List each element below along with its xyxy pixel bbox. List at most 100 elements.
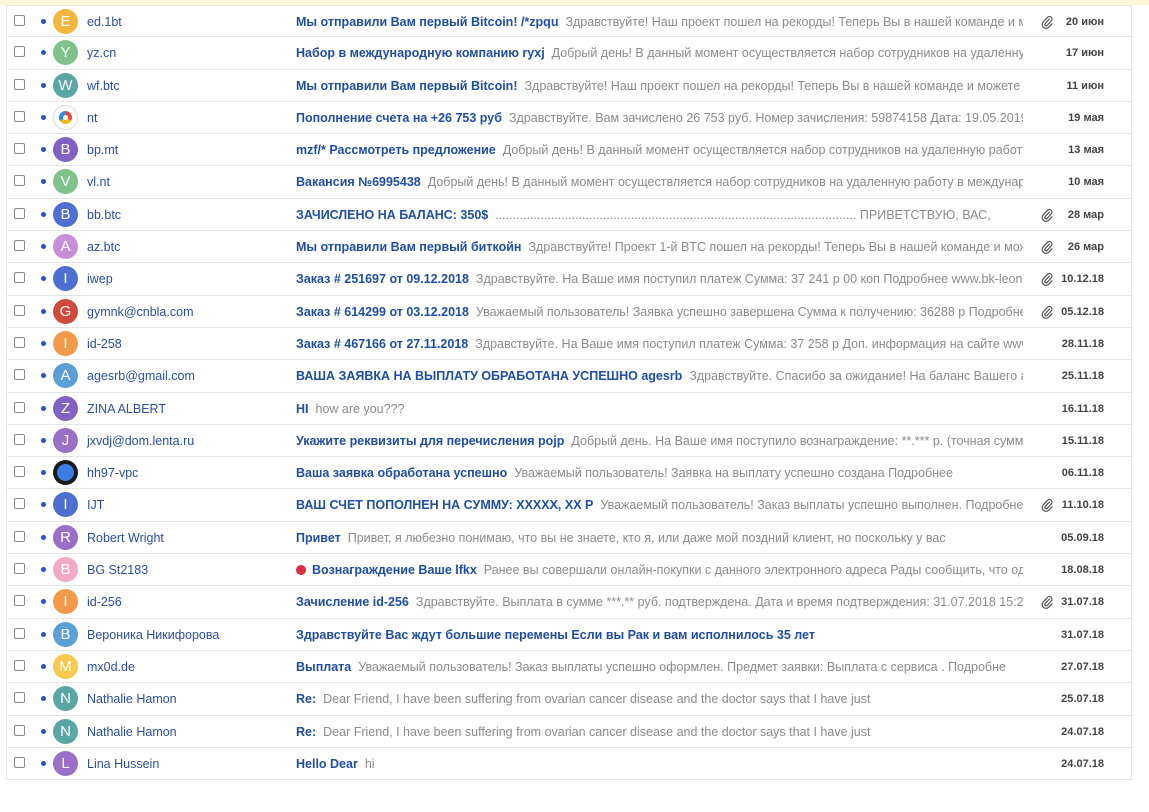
- message-subject[interactable]: Hello Dear: [296, 757, 358, 771]
- message-subject[interactable]: Мы отправили Вам первый биткойн: [296, 240, 521, 254]
- sender-name[interactable]: iwep: [87, 263, 113, 295]
- unread-dot-icon[interactable]: [41, 728, 46, 734]
- message-row[interactable]: L Lina Hussein Hello Dear hi 24.07.18: [7, 748, 1131, 781]
- message-snippet[interactable]: Заказ # 614299 от 03.12.2018 Уважаемый по…: [296, 296, 1023, 328]
- sender-name[interactable]: BG St2183: [87, 554, 148, 586]
- message-row[interactable]: B bp.mt mzf/* Рассмотреть предложение Доб…: [7, 134, 1131, 167]
- message-subject[interactable]: mzf/* Рассмотреть предложение: [296, 143, 496, 157]
- sender-name[interactable]: yz.cn: [87, 37, 116, 69]
- message-snippet[interactable]: Мы отправили Вам первый биткойн Здравству…: [296, 231, 1023, 263]
- select-checkbox[interactable]: [14, 143, 25, 155]
- paperclip-icon[interactable]: [1041, 498, 1053, 513]
- paperclip-icon[interactable]: [1041, 208, 1053, 222]
- message-row[interactable]: B BG St2183 Вознаграждение Ваше lfkx Ране…: [7, 554, 1131, 587]
- sender-name[interactable]: bp.mt: [87, 134, 118, 166]
- unread-dot-icon[interactable]: [41, 19, 46, 24]
- select-checkbox[interactable]: [14, 110, 25, 122]
- message-snippet[interactable]: HI how are you???: [296, 393, 1023, 425]
- message-snippet[interactable]: Заказ # 251697 от 09.12.2018 Здравствуйте…: [296, 263, 1023, 295]
- sender-name[interactable]: id-258: [87, 328, 122, 360]
- message-subject[interactable]: Заказ # 467166 от 27.11.2018: [296, 337, 468, 351]
- select-checkbox[interactable]: [14, 46, 25, 58]
- paperclip-icon[interactable]: [1041, 272, 1053, 287]
- sender-name[interactable]: vl.nt: [87, 166, 110, 198]
- message-subject[interactable]: Набор в международную компанию ryxj: [296, 46, 545, 60]
- message-snippet[interactable]: Пополнение счета на +26 753 руб Здравству…: [296, 102, 1023, 134]
- unread-dot-icon[interactable]: [41, 696, 46, 702]
- unread-dot-icon[interactable]: [41, 50, 46, 56]
- message-row[interactable]: R Robert Wright Привет Привет, я любезно …: [7, 522, 1131, 555]
- select-checkbox[interactable]: [14, 724, 25, 736]
- sender-name[interactable]: hh97-vpc: [87, 457, 138, 489]
- message-row[interactable]: I IJT ВАШ СЧЕТ ПОПОЛНЕН НА СУММУ: XXXXX,…: [7, 489, 1131, 522]
- message-subject[interactable]: Пополнение счета на +26 753 руб: [296, 111, 502, 125]
- message-subject[interactable]: Вознаграждение Ваше lfkx: [312, 563, 477, 577]
- message-snippet[interactable]: Заказ # 467166 от 27.11.2018 Здравствуйте…: [296, 328, 1023, 360]
- message-subject[interactable]: Выплата: [296, 660, 351, 674]
- sender-name[interactable]: Lina Hussein: [87, 748, 159, 780]
- paperclip-icon[interactable]: [1041, 595, 1053, 610]
- message-subject[interactable]: Вакансия №6995438: [296, 175, 421, 189]
- unread-dot-icon[interactable]: [41, 663, 46, 669]
- select-checkbox[interactable]: [14, 272, 25, 284]
- message-row[interactable]: M mx0d.de Выплата Уважаемый пользователь!…: [7, 651, 1131, 684]
- sender-name[interactable]: gymnk@cnbla.com: [87, 296, 193, 328]
- unread-dot-icon[interactable]: [41, 179, 46, 185]
- message-snippet[interactable]: Привет Привет, я любезно понимаю, что вы …: [296, 522, 1023, 554]
- select-checkbox[interactable]: [14, 595, 25, 607]
- sender-name[interactable]: wf.btc: [87, 70, 120, 102]
- select-checkbox[interactable]: [14, 369, 25, 381]
- message-row[interactable]: I iwep Заказ # 251697 от 09.12.2018 Здрав…: [7, 263, 1131, 296]
- message-subject[interactable]: Укажите реквизиты для перечисления pojp: [296, 434, 564, 448]
- message-subject[interactable]: Зачисление id-256: [296, 595, 409, 609]
- message-row[interactable]: J jxvdj@dom.lenta.ru Укажите реквизиты д…: [7, 425, 1131, 458]
- message-row[interactable]: G gymnk@cnbla.com Заказ # 614299 от 03.1…: [7, 296, 1131, 328]
- sender-name[interactable]: Nathalie Hamon: [87, 683, 177, 715]
- select-checkbox[interactable]: [14, 530, 25, 542]
- message-snippet[interactable]: mzf/* Рассмотреть предложение Добрый день…: [296, 134, 1023, 166]
- message-row[interactable]: A az.btc Мы отправили Вам первый биткойн…: [7, 231, 1131, 264]
- sender-name[interactable]: ed.1bt: [87, 6, 122, 38]
- sender-name[interactable]: az.btc: [87, 231, 120, 263]
- message-row[interactable]: B bb.btc ЗАЧИСЛЕНО НА БАЛАНС: 350$......…: [7, 199, 1131, 232]
- message-snippet[interactable]: Мы отправили Вам первый Bitcoin! Здравств…: [296, 70, 1023, 102]
- select-checkbox[interactable]: [14, 78, 25, 90]
- message-row[interactable]: E ed.1bt Мы отправили Вам первый Bitcoin…: [7, 5, 1131, 38]
- message-snippet[interactable]: ВАША ЗАЯВКА НА ВЫПЛАТУ ОБРАБОТАНА УСПЕШН…: [296, 360, 1023, 392]
- unread-dot-icon[interactable]: [41, 534, 46, 540]
- flag-icon[interactable]: [296, 565, 306, 576]
- sender-name[interactable]: jxvdj@dom.lenta.ru: [87, 425, 194, 457]
- message-subject[interactable]: ВАША ЗАЯВКА НА ВЫПЛАТУ ОБРАБОТАНА УСПЕШН…: [296, 369, 682, 383]
- sender-name[interactable]: ZINA ALBERT: [87, 393, 166, 425]
- message-snippet[interactable]: Укажите реквизиты для перечисления pojp Д…: [296, 425, 1023, 457]
- message-subject[interactable]: Мы отправили Вам первый Bitcoin!: [296, 79, 517, 93]
- select-checkbox[interactable]: [14, 401, 25, 413]
- message-row[interactable]: I id-258 Заказ # 467166 от 27.11.2018 Здр…: [7, 328, 1131, 361]
- message-row[interactable]: N Nathalie Hamon Re: Dear Friend, I have …: [7, 716, 1131, 748]
- unread-dot-icon[interactable]: [41, 470, 46, 476]
- message-snippet[interactable]: Re: Dear Friend, I have been suffering fr…: [296, 683, 1023, 715]
- paperclip-icon[interactable]: [1041, 15, 1053, 29]
- select-checkbox[interactable]: [14, 498, 25, 510]
- unread-dot-icon[interactable]: [41, 276, 46, 282]
- select-checkbox[interactable]: [14, 304, 25, 316]
- select-checkbox[interactable]: [14, 563, 25, 575]
- message-row[interactable]: A agesrb@gmail.com ВАША ЗАЯВКА НА ВЫПЛАТ…: [7, 360, 1131, 393]
- message-row[interactable]: N Nathalie Hamon Re: Dear Friend, I have …: [7, 683, 1131, 716]
- message-snippet[interactable]: Здравствуйте Вас ждут большие перемены Е…: [296, 619, 1023, 651]
- unread-dot-icon[interactable]: [41, 437, 46, 443]
- message-row[interactable]: hh97-vpc Ваша заявка обработана успешно У…: [7, 457, 1131, 490]
- unread-dot-icon[interactable]: [41, 373, 46, 379]
- message-snippet[interactable]: Мы отправили Вам первый Bitcoin! /*zpqu З…: [296, 6, 1023, 38]
- message-row[interactable]: Y yz.cn Набор в международную компанию r…: [7, 37, 1131, 70]
- unread-dot-icon[interactable]: [41, 244, 46, 250]
- unread-dot-icon[interactable]: [41, 147, 46, 153]
- message-subject[interactable]: Ваша заявка обработана успешно: [296, 466, 507, 480]
- select-checkbox[interactable]: [14, 756, 25, 768]
- message-snippet[interactable]: Выплата Уважаемый пользователь! Заказ вып…: [296, 651, 1023, 683]
- sender-name[interactable]: id-256: [87, 586, 122, 618]
- select-checkbox[interactable]: [14, 15, 25, 26]
- select-checkbox[interactable]: [14, 692, 25, 704]
- message-snippet[interactable]: Вознаграждение Ваше lfkx Ранее вы соверша…: [296, 554, 1023, 586]
- sender-name[interactable]: Вероника Никифорова: [87, 619, 219, 651]
